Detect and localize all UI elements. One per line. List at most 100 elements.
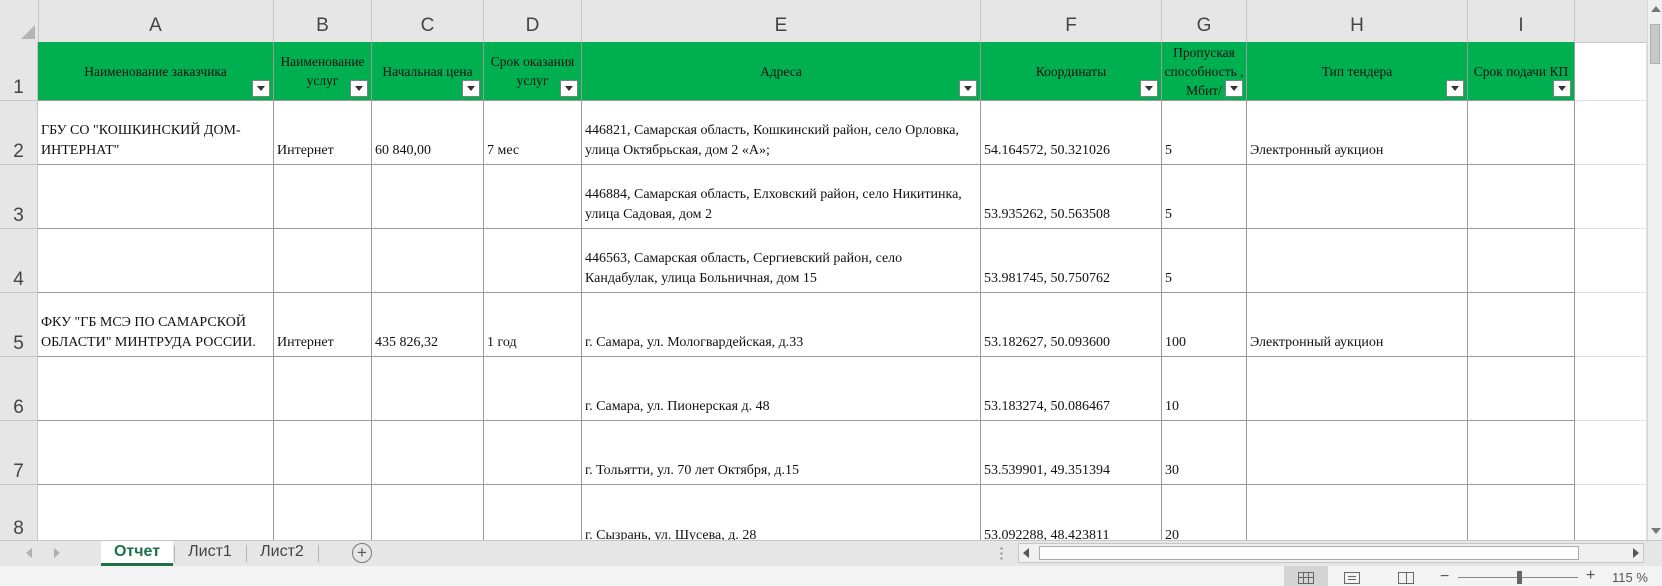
column-header-extra[interactable] <box>1575 0 1647 42</box>
header-cell-b[interactable]: Наименование услуг <box>274 42 372 101</box>
grid-cell-e2[interactable]: 446821, Самарская область, Кошкинский ра… <box>582 101 981 165</box>
grid-cell-c7[interactable] <box>372 421 484 485</box>
scroll-up-icon[interactable] <box>1651 6 1661 12</box>
horizontal-scroll-thumb[interactable] <box>1039 546 1579 560</box>
grid-cell[interactable] <box>1575 293 1647 357</box>
prev-sheet-icon[interactable] <box>26 548 32 558</box>
grid-cell-b8[interactable] <box>274 485 372 540</box>
column-header-d[interactable]: D <box>484 0 582 42</box>
grid-cell[interactable] <box>1575 101 1647 165</box>
filter-dropdown-button[interactable] <box>1140 80 1158 97</box>
row-header-1[interactable]: 1 <box>0 42 38 101</box>
scroll-left-icon[interactable] <box>1023 548 1029 558</box>
grid-cell-i4[interactable] <box>1468 229 1575 293</box>
column-header-h[interactable]: H <box>1247 0 1468 42</box>
filter-dropdown-button[interactable] <box>1553 80 1571 97</box>
filter-dropdown-button[interactable] <box>560 80 578 97</box>
grid-cell-e6[interactable]: г. Самара, ул. Пионерская д. 48 <box>582 357 981 421</box>
header-cell-e[interactable]: Адреса <box>582 42 981 101</box>
zoom-out-button[interactable]: − <box>1440 568 1449 586</box>
grid-cell-d8[interactable] <box>484 485 582 540</box>
grid-cell-i8[interactable] <box>1468 485 1575 540</box>
grid-cell-e5[interactable]: г. Самара, ул. Мологвардейская, д.33 <box>582 293 981 357</box>
grid-cell-f2[interactable]: 54.164572, 50.321026 <box>981 101 1162 165</box>
row-header-2[interactable]: 2 <box>0 101 38 165</box>
grid-cell[interactable] <box>1575 42 1647 101</box>
grid-cell[interactable] <box>1575 229 1647 293</box>
grid-cell[interactable] <box>1575 165 1647 229</box>
grid-cell-g3[interactable]: 5 <box>1162 165 1247 229</box>
vertical-scrollbar[interactable] <box>1647 0 1662 540</box>
horizontal-scrollbar[interactable] <box>1018 543 1644 563</box>
grid-cell[interactable] <box>1575 357 1647 421</box>
grid-cell-c4[interactable] <box>372 229 484 293</box>
column-header-e[interactable]: E <box>582 0 981 42</box>
header-cell-h[interactable]: Тип тендера <box>1247 42 1468 101</box>
grid-cell-c8[interactable] <box>372 485 484 540</box>
grid-cell-d2[interactable]: 7 мес <box>484 101 582 165</box>
grid-cell-d7[interactable] <box>484 421 582 485</box>
row-header-3[interactable]: 3 <box>0 165 38 229</box>
grid-cell-d6[interactable] <box>484 357 582 421</box>
scroll-down-icon[interactable] <box>1651 528 1661 534</box>
vertical-scroll-thumb[interactable] <box>1650 24 1660 64</box>
grid-cell-c5[interactable]: 435 826,32 <box>372 293 484 357</box>
grid-cell-f7[interactable]: 53.539901, 49.351394 <box>981 421 1162 485</box>
row-header-5[interactable]: 5 <box>0 293 38 357</box>
grid-cell-c2[interactable]: 60 840,00 <box>372 101 484 165</box>
sheet-tab-list1[interactable]: Лист1 <box>175 541 245 566</box>
grid-cell-c6[interactable] <box>372 357 484 421</box>
header-cell-a[interactable]: Наименование заказчика <box>38 42 274 101</box>
grid-cell-c3[interactable] <box>372 165 484 229</box>
zoom-level[interactable]: 115 % <box>1612 570 1648 585</box>
grid-cell-b7[interactable] <box>274 421 372 485</box>
grid-cell-g5[interactable]: 100 <box>1162 293 1247 357</box>
grid-cell-h4[interactable] <box>1247 229 1468 293</box>
grid-cell-h6[interactable] <box>1247 357 1468 421</box>
filter-dropdown-button[interactable] <box>959 80 977 97</box>
grid-cell-b4[interactable] <box>274 229 372 293</box>
grid-cell-d4[interactable] <box>484 229 582 293</box>
zoom-in-button[interactable]: + <box>1586 567 1595 585</box>
select-all-button[interactable] <box>0 0 39 42</box>
grid-cell-f4[interactable]: 53.981745, 50.750762 <box>981 229 1162 293</box>
grid-cell-b2[interactable]: Интернет <box>274 101 372 165</box>
grid-cell-a2[interactable]: ГБУ СО "КОШКИНСКИЙ ДОМ-ИНТЕРНАТ" <box>38 101 274 165</box>
grid-cell-b3[interactable] <box>274 165 372 229</box>
grid-cell-e4[interactable]: 446563, Самарская область, Сергиевский р… <box>582 229 981 293</box>
column-header-b[interactable]: B <box>274 0 372 42</box>
zoom-slider-handle[interactable] <box>1517 571 1522 584</box>
grid-cell-d5[interactable]: 1 год <box>484 293 582 357</box>
column-header-i[interactable]: I <box>1468 0 1575 42</box>
grid-cell-a8[interactable] <box>38 485 274 540</box>
grid-cell-g4[interactable]: 5 <box>1162 229 1247 293</box>
sheet-tab-list2[interactable]: Лист2 <box>247 541 317 566</box>
grid-cell-g6[interactable]: 10 <box>1162 357 1247 421</box>
grid-cell-f8[interactable]: 53.092288, 48.423811 <box>981 485 1162 540</box>
grid-cell-a7[interactable] <box>38 421 274 485</box>
header-cell-c[interactable]: Начальная цена <box>372 42 484 101</box>
grid-cell-h8[interactable] <box>1247 485 1468 540</box>
row-header-8[interactable]: 8 <box>0 485 38 540</box>
grid-cell-h7[interactable] <box>1247 421 1468 485</box>
grid-cell-e8[interactable]: г. Сызрань, ул. Шусева, д. 28 <box>582 485 981 540</box>
add-sheet-button[interactable]: + <box>352 543 372 563</box>
grid-cell-a5[interactable]: ФКУ "ГБ МСЭ ПО САМАРСКОЙ ОБЛАСТИ" МИНТРУ… <box>38 293 274 357</box>
column-header-f[interactable]: F <box>981 0 1162 42</box>
grid-cell-f5[interactable]: 53.182627, 50.093600 <box>981 293 1162 357</box>
normal-view-button[interactable] <box>1284 566 1328 586</box>
row-header-6[interactable]: 6 <box>0 357 38 421</box>
grid-cell-h5[interactable]: Электронный аукцион <box>1247 293 1468 357</box>
filter-dropdown-button[interactable] <box>252 80 270 97</box>
grid-cell-h3[interactable] <box>1247 165 1468 229</box>
filter-dropdown-button[interactable] <box>1225 80 1243 97</box>
column-header-g[interactable]: G <box>1162 0 1247 42</box>
grid-cell-e3[interactable]: 446884, Самарская область, Елховский рай… <box>582 165 981 229</box>
grid-cell-i5[interactable] <box>1468 293 1575 357</box>
header-cell-i[interactable]: Срок подачи КП <box>1468 42 1575 101</box>
grid-cell[interactable] <box>1575 421 1647 485</box>
tab-split-handle[interactable] <box>1000 546 1003 561</box>
grid-cell-f6[interactable]: 53.183274, 50.086467 <box>981 357 1162 421</box>
grid-cell-i2[interactable] <box>1468 101 1575 165</box>
row-header-7[interactable]: 7 <box>0 421 38 485</box>
